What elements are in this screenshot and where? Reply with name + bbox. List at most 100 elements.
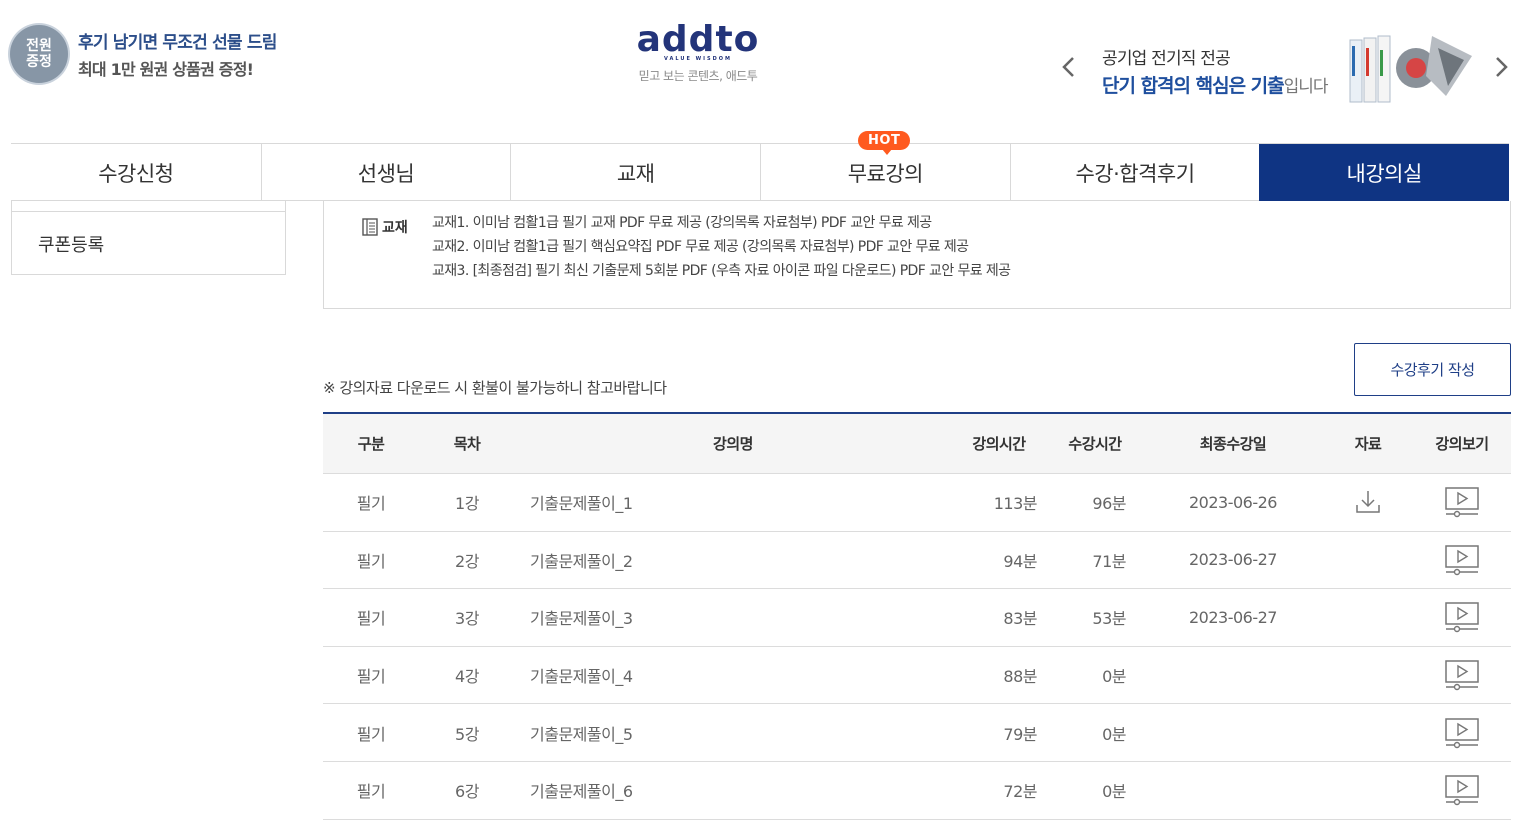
play-lecture-button[interactable] — [1444, 601, 1480, 633]
nav-item-label: 무료강의 — [847, 161, 924, 186]
play-video-icon — [1445, 717, 1479, 748]
banner-next-button[interactable] — [1490, 52, 1512, 82]
nav-item-textbooks[interactable]: 교재 — [510, 144, 760, 201]
nav-item-label: 교재 — [616, 161, 655, 186]
nav-item-course-register[interactable]: 수강신청 — [11, 144, 261, 201]
row-index: 6강 — [455, 782, 479, 802]
table-row: 필기 4강 기출문제풀이_4 88분 0분 — [323, 647, 1511, 705]
nav-item-my-classroom[interactable]: 내강의실 — [1259, 144, 1510, 201]
row-last-watched: 2023-06-27 — [1189, 550, 1277, 570]
nav-item-label: 수강신청 — [98, 161, 174, 186]
row-last-watched: 2023-06-26 — [1189, 492, 1277, 512]
header-data: 자료 — [1354, 435, 1382, 453]
row-title: 기출문제풀이_2 — [530, 551, 633, 571]
table-row: 필기 3강 기출문제풀이_3 83분 53분 2023-06-27 — [323, 589, 1511, 647]
row-title: 기출문제풀이_1 — [530, 494, 633, 514]
row-watched: 0분 — [1102, 667, 1126, 687]
row-duration: 94분 — [1003, 551, 1037, 571]
textbook-label-text: 교재 — [382, 220, 408, 236]
row-watched: 0분 — [1102, 782, 1126, 802]
play-lecture-button[interactable] — [1444, 486, 1480, 518]
header-last-watched: 최종수강일 — [1199, 435, 1267, 453]
play-lecture-button[interactable] — [1444, 659, 1480, 691]
row-type: 필기 — [356, 551, 386, 571]
nav-item-teachers[interactable]: 선생님 — [260, 144, 511, 201]
header-type: 구분 — [357, 435, 385, 453]
row-type: 필기 — [356, 609, 386, 629]
nav-item-free-lectures[interactable]: HOT 무료강의 — [760, 131, 1010, 201]
download-button[interactable] — [1354, 489, 1382, 515]
site-logo[interactable]: addto VALUE WISDOM 믿고 보는 콘텐츠, 애드투 — [618, 22, 778, 84]
row-duration: 113분 — [993, 494, 1038, 514]
header-title: 강의명 — [713, 435, 753, 453]
sidebar-item-coupon-register[interactable]: 쿠폰등록 — [38, 231, 104, 257]
nav-item-label: 선생님 — [357, 161, 415, 186]
row-duration: 72분 — [1003, 782, 1037, 802]
textbook-line: 교재1. 이미남 컴활1급 필기 교재 PDF 무료 제공 (강의목록 자료첨부… — [432, 215, 932, 231]
row-title: 기출문제풀이_3 — [530, 609, 633, 629]
banner-line2-light: 입니다 — [1283, 77, 1329, 97]
chevron-left-icon — [1062, 57, 1074, 77]
row-last-watched — [1143, 647, 1323, 704]
row-type: 필기 — [356, 724, 386, 744]
row-index: 5강 — [455, 724, 479, 744]
promo-badge: 전원 증정 — [10, 25, 68, 83]
row-index: 4강 — [455, 667, 479, 687]
sidebar-divider — [12, 201, 285, 212]
nav-item-label: 수강·합격후기 — [1075, 161, 1195, 186]
play-lecture-button[interactable] — [1444, 717, 1480, 749]
play-lecture-button[interactable] — [1444, 774, 1480, 806]
row-index: 3강 — [455, 609, 479, 629]
header-duration: 강의시간 — [972, 435, 1026, 453]
play-video-icon — [1445, 775, 1479, 806]
logo-tagline: 믿고 보는 콘텐츠, 애드투 — [638, 69, 758, 83]
table-row: 필기 6강 기출문제풀이_6 72분 0분 — [323, 762, 1511, 820]
promo-banner[interactable]: 공기업 전기직 전공 단기 합격의 핵심은 기출입니다 — [1058, 22, 1528, 112]
textbook-line: 교재2. 이미남 컴활1급 필기 핵심요약집 PDF 무료 제공 (강의목록 자… — [432, 239, 969, 255]
row-watched: 0분 — [1102, 724, 1126, 744]
play-lecture-button[interactable] — [1444, 544, 1480, 576]
header-watched: 수강시간 — [1068, 435, 1122, 453]
book-icon — [362, 218, 378, 236]
refund-notice: ※ 강의자료 다운로드 시 환불이 불가능하니 참고바랍니다 — [323, 379, 667, 397]
site-header: 전원 증정 후기 남기면 무조건 선물 드림 최대 1만 원권 상품권 증정! … — [0, 0, 1528, 143]
row-duration: 79분 — [1003, 724, 1037, 744]
chevron-right-icon — [1496, 57, 1508, 77]
play-video-icon — [1445, 545, 1479, 576]
textbook-label: 교재 — [362, 217, 408, 237]
row-last-watched: 2023-06-27 — [1189, 607, 1277, 627]
row-index: 2강 — [455, 551, 479, 571]
review-promo[interactable]: 전원 증정 후기 남기면 무조건 선물 드림 최대 1만 원권 상품권 증정! — [10, 25, 277, 83]
promo-badge-line2: 증정 — [26, 54, 52, 70]
book-stack-image — [1349, 35, 1472, 103]
play-video-icon — [1445, 487, 1479, 518]
hot-badge: HOT — [858, 131, 911, 155]
textbook-info: 교재 교재1. 이미남 컴활1급 필기 교재 PDF 무료 제공 (강의목록 자… — [323, 201, 1511, 309]
sidebar: 쿠폰등록 — [11, 201, 286, 275]
row-type: 필기 — [356, 782, 386, 802]
header-index: 목차 — [453, 435, 481, 453]
table-header: 구분 목차 강의명 강의시간 수강시간 최종수강일 자료 강의보기 — [323, 412, 1511, 474]
row-type: 필기 — [356, 494, 386, 514]
table-row: 필기 5강 기출문제풀이_5 79분 0분 — [323, 704, 1511, 762]
write-review-button[interactable]: 수강후기 작성 — [1354, 343, 1511, 396]
row-title: 기출문제풀이_5 — [530, 724, 633, 744]
row-watched: 71분 — [1092, 551, 1126, 571]
row-duration: 83분 — [1003, 609, 1037, 629]
play-video-icon — [1445, 660, 1479, 691]
row-duration: 88분 — [1003, 667, 1037, 687]
promo-subline: 최대 1만 원권 상품권 증정! — [78, 60, 254, 79]
row-index: 1강 — [455, 494, 479, 514]
row-watched: 96분 — [1092, 494, 1126, 514]
nav-item-reviews[interactable]: 수강·합격후기 — [1009, 144, 1260, 201]
row-title: 기출문제풀이_6 — [530, 782, 633, 802]
row-last-watched — [1143, 762, 1323, 819]
promo-headline: 후기 남기면 무조건 선물 드림 — [78, 33, 277, 53]
header-view: 강의보기 — [1435, 435, 1489, 453]
promo-badge-line1: 전원 — [26, 38, 52, 54]
table-row: 필기 1강 기출문제풀이_1 113분 96분 2023-06-26 — [323, 474, 1511, 532]
banner-prev-button[interactable] — [1058, 52, 1080, 82]
table-row: 필기 2강 기출문제풀이_2 94분 71분 2023-06-27 — [323, 532, 1511, 590]
row-title: 기출문제풀이_4 — [530, 667, 633, 687]
banner-line1: 공기업 전기직 전공 — [1102, 49, 1231, 69]
